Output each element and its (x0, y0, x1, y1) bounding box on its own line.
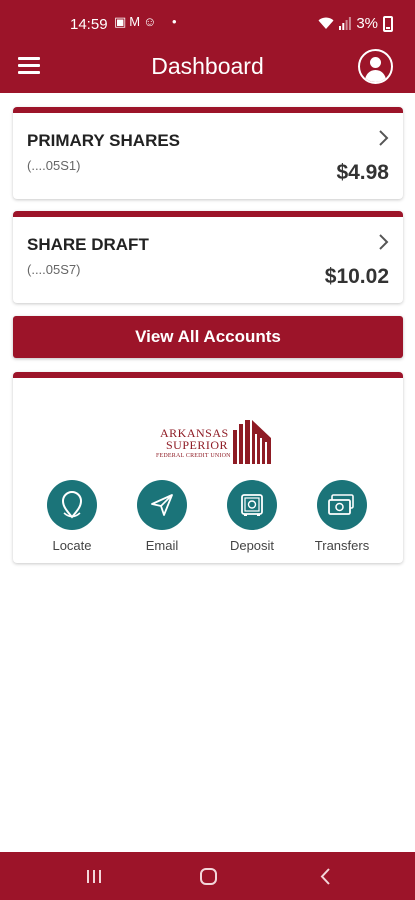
battery-percent: 3% (356, 15, 378, 32)
action-label: Transfers (314, 538, 370, 553)
transfers-action[interactable]: Transfers (307, 480, 377, 553)
account-name: SHARE DRAFT (27, 235, 149, 254)
chevron-right-icon (379, 234, 389, 250)
logo-building-icon (233, 420, 271, 464)
image-icon: ▣ (114, 14, 130, 29)
system-nav-bar (0, 852, 415, 900)
view-all-accounts-button[interactable]: View All Accounts (13, 316, 403, 358)
paper-plane-icon (137, 480, 187, 530)
page-title: Dashboard (151, 53, 264, 79)
notification-icons: ▣M☺ (114, 14, 159, 30)
account-balance: $4.98 (336, 161, 389, 184)
email-action[interactable]: Email (127, 480, 197, 553)
account-number: (....05S7) (27, 262, 81, 277)
home-icon[interactable] (179, 852, 239, 900)
chevron-right-icon (379, 130, 389, 146)
gmail-icon: M (129, 14, 144, 29)
back-icon[interactable] (296, 852, 356, 900)
account-card-share-draft[interactable]: SHARE DRAFT (....05S7) $10.02 (13, 211, 403, 303)
account-balance: $10.02 (324, 265, 389, 288)
account-name: PRIMARY SHARES (27, 131, 181, 150)
account-card-primary-shares[interactable]: PRIMARY SHARES (....05S1) $4.98 (13, 107, 403, 199)
battery-icon (383, 15, 393, 32)
location-pin-icon (47, 480, 97, 530)
safe-icon (227, 480, 277, 530)
status-time: 14:59 (70, 16, 108, 33)
action-label: Deposit (229, 538, 275, 553)
recent-apps-icon[interactable] (64, 852, 124, 900)
quick-actions-card: ARKANSAS SUPERIOR FEDERAL CREDIT UNION L… (13, 372, 403, 563)
app-header: 14:59 ▣M☺ • 3% Dashboard (0, 0, 415, 93)
action-label: Locate (52, 538, 92, 553)
wifi-icon (318, 17, 334, 29)
signal-icon (339, 17, 352, 30)
status-right: 3% (318, 15, 393, 32)
logo-line3: FEDERAL CREDIT UNION (156, 453, 231, 459)
profile-icon[interactable] (358, 49, 393, 84)
chat-icon: ☺ (143, 14, 160, 29)
deposit-action[interactable]: Deposit (217, 480, 287, 553)
account-number: (....05S1) (27, 158, 81, 173)
dot-icon: • (172, 14, 177, 29)
status-bar: 14:59 ▣M☺ • 3% (0, 0, 415, 48)
locate-action[interactable]: Locate (37, 480, 107, 553)
logo-line2: SUPERIOR (166, 438, 229, 452)
credit-union-logo: ARKANSAS SUPERIOR FEDERAL CREDIT UNION (156, 420, 276, 466)
action-label: Email (145, 538, 179, 553)
money-icon (317, 480, 367, 530)
